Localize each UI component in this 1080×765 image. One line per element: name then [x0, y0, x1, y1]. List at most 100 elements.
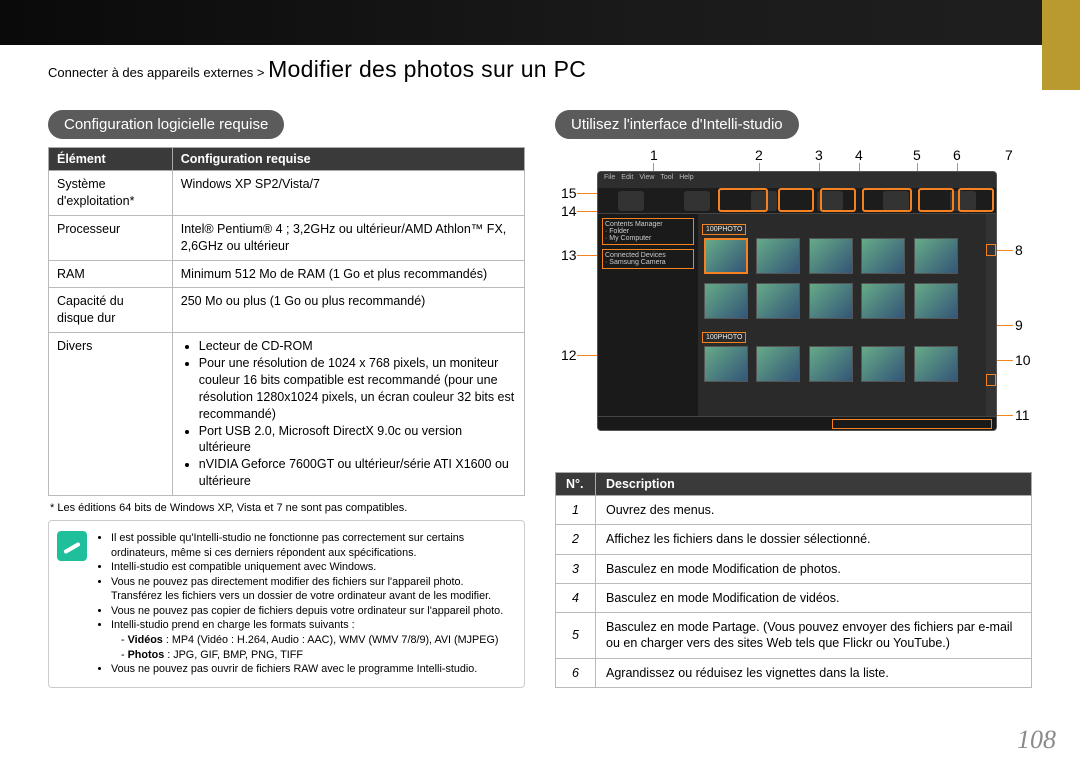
highlight-box — [718, 188, 768, 212]
thumbnail — [861, 238, 905, 274]
thumbnail — [914, 238, 958, 274]
footnote: * Les éditions 64 bits de Windows XP, Vi… — [50, 502, 523, 514]
callout-12: 12 — [561, 347, 577, 363]
config-table: Élément Configuration requise Système d'… — [48, 147, 525, 496]
thumbnail — [756, 346, 800, 382]
thumbnail — [809, 346, 853, 382]
app-toolbar — [598, 188, 996, 214]
highlight-box — [918, 188, 954, 212]
pen-icon — [57, 531, 87, 561]
row-ram-label: RAM — [49, 260, 173, 288]
intelli-studio-window: FileEditViewToolHelp — [597, 171, 997, 431]
divers-item: Port USB 2.0, Microsoft DirectX 9.0c ou … — [199, 423, 516, 457]
app-menubar: FileEditViewToolHelp — [598, 172, 996, 188]
desc-text: Basculez en mode Partage. (Vous pouvez e… — [596, 613, 1032, 659]
desc-no: 4 — [556, 583, 596, 612]
callout-13: 13 — [561, 247, 577, 263]
thumbnail — [809, 283, 853, 319]
right-column: Utilisez l'interface d'Intelli-studio 1 … — [555, 110, 1032, 688]
highlight-box — [986, 244, 996, 256]
highlight-box — [832, 419, 992, 429]
thumbnail — [756, 283, 800, 319]
page-title: Modifier des photos sur un PC — [268, 56, 586, 82]
callout-5: 5 — [913, 147, 921, 163]
callout-9: 9 — [1015, 317, 1023, 333]
section-heading-interface: Utilisez l'interface d'Intelli-studio — [555, 110, 799, 139]
thumbnail — [756, 238, 800, 274]
lead-line — [997, 250, 1013, 251]
callout-8: 8 — [1015, 242, 1023, 258]
thumbnail — [704, 283, 748, 319]
lead-line — [577, 255, 597, 256]
row-cpu-label: Processeur — [49, 215, 173, 260]
app-footer — [598, 416, 996, 430]
app-body: Contents Manager· Folder· My Computer Co… — [598, 214, 996, 431]
left-column: Configuration logicielle requise Élément… — [48, 110, 525, 688]
note-item: Il est possible qu'Intelli-studio ne fon… — [111, 531, 512, 560]
row-os-val: Windows XP SP2/Vista/7 — [172, 171, 524, 216]
highlight-box — [862, 188, 912, 212]
desc-text: Agrandissez ou réduisez les vignettes da… — [596, 658, 1032, 687]
row-divers-label: Divers — [49, 333, 173, 496]
lead-line — [997, 360, 1013, 361]
thumbnail — [914, 283, 958, 319]
top-bar — [0, 0, 1080, 45]
th-no: N°. — [556, 473, 596, 496]
note-subitem: - Photos : JPG, GIF, BMP, PNG, TIFF — [121, 648, 512, 663]
toolbar-btn — [618, 191, 644, 211]
page-number: 108 — [1017, 725, 1056, 755]
highlight-box — [986, 374, 996, 386]
callout-10: 10 — [1015, 352, 1031, 368]
note-item: Vous ne pouvez pas ouvrir de fichiers RA… — [111, 662, 512, 677]
toolbar-btn — [684, 191, 710, 211]
interface-diagram: 1 2 3 4 5 6 7 15 14 13 12 8 9 10 11 — [555, 147, 1032, 462]
row-hdd-label: Capacité du disque dur — [49, 288, 173, 333]
desc-no: 1 — [556, 496, 596, 525]
lead-line — [997, 415, 1013, 416]
lead-line — [577, 211, 597, 212]
thumbnail — [861, 283, 905, 319]
highlight-box — [778, 188, 814, 212]
breadcrumb: Connecter à des appareils externes > Mod… — [48, 56, 586, 83]
desc-text: Basculez en mode Modification de photos. — [596, 554, 1032, 583]
row-hdd-val: 250 Mo ou plus (1 Go ou plus recommandé) — [172, 288, 524, 333]
note-item: Vous ne pouvez pas directement modifier … — [111, 575, 512, 604]
desc-no: 6 — [556, 658, 596, 687]
notes-box: Il est possible qu'Intelli-studio ne fon… — [48, 520, 525, 688]
note-subitem: - Vidéos : MP4 (Vidéo : H.264, Audio : A… — [121, 633, 512, 648]
app-main: 100PHOTO 100PHOTO — [698, 214, 996, 431]
callout-3: 3 — [815, 147, 823, 163]
row-ram-val: Minimum 512 Mo de RAM (1 Go et plus reco… — [172, 260, 524, 288]
divers-item: nVIDIA Geforce 7600GT ou ultérieur/série… — [199, 456, 516, 490]
thumbnail — [914, 346, 958, 382]
divers-item: Lecteur de CD-ROM — [199, 338, 516, 355]
desc-text: Basculez en mode Modification de vidéos. — [596, 583, 1032, 612]
thumbnail — [809, 238, 853, 274]
row-cpu-val: Intel® Pentium® 4 ; 3,2GHz ou ultérieur/… — [172, 215, 524, 260]
desc-no: 5 — [556, 613, 596, 659]
lead-line — [997, 325, 1013, 326]
callout-15: 15 — [561, 185, 577, 201]
lead-line — [577, 193, 597, 194]
row-divers-val: Lecteur de CD-ROM Pour une résolution de… — [172, 333, 524, 496]
description-table: N°. Description 1Ouvrez des menus. 2Affi… — [555, 472, 1032, 688]
thumbnail — [861, 346, 905, 382]
desc-no: 2 — [556, 525, 596, 554]
thumbnail — [704, 238, 748, 274]
note-item-label: Intelli-studio prend en charge les forma… — [111, 619, 355, 631]
app-scrollbar — [986, 214, 996, 416]
thumbnail — [704, 346, 748, 382]
highlight-box — [820, 188, 856, 212]
breadcrumb-prefix: Connecter à des appareils externes > — [48, 65, 268, 80]
note-item: Intelli-studio est compatible uniquement… — [111, 560, 512, 575]
th-desc: Description — [596, 473, 1032, 496]
app-sidebar: Contents Manager· Folder· My Computer Co… — [598, 214, 698, 431]
callout-2: 2 — [755, 147, 763, 163]
highlight-box — [958, 188, 994, 212]
desc-text: Affichez les fichiers dans le dossier sé… — [596, 525, 1032, 554]
th-config: Configuration requise — [172, 148, 524, 171]
row-os-label: Système d'exploitation* — [49, 171, 173, 216]
desc-no: 3 — [556, 554, 596, 583]
callout-7: 7 — [1005, 147, 1013, 163]
note-item: Intelli-studio prend en charge les forma… — [111, 618, 512, 662]
